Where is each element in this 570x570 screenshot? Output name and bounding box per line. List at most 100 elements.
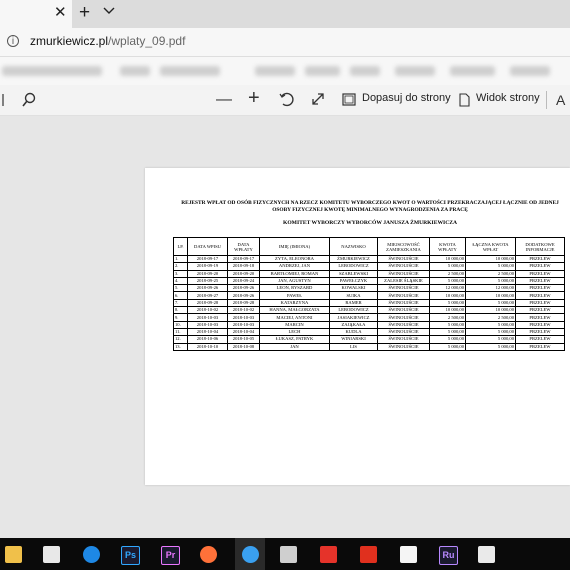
table-row: 8. 2018-10-02 2018-10-02 HANNA, MAŁGORZATA L…	[173, 306, 565, 315]
favorite-item-blurred[interactable]	[510, 66, 550, 76]
taskbar: Ps Pr Ru	[0, 538, 570, 570]
pdf-viewer[interactable]: REJESTR WPŁAT OD OSÓB FIZYCZNYCH NA RZEC…	[0, 116, 570, 538]
favorite-item-blurred[interactable]	[395, 66, 435, 76]
table-cell: 2018-09-26	[227, 284, 260, 293]
browser-tab[interactable]: ✕	[0, 0, 72, 28]
table-cell: PRZELEW	[515, 254, 565, 264]
table-cell: 12.	[173, 335, 188, 344]
document-subtitle: KOMITET WYBORCZY WYBORCÓW JANUSZA ŻMURKI…	[282, 220, 458, 226]
table-cell: ŁUKASZ, PATRYK	[259, 335, 330, 344]
table-cell: 13.	[173, 342, 188, 351]
url-field[interactable]: zmurkiewicz.pl/wplaty_09.pdf	[30, 34, 185, 48]
info-icon[interactable]: i	[7, 35, 19, 47]
table-cell: ŚWINOUJŚCIE	[377, 269, 430, 278]
favorite-item-blurred[interactable]	[120, 66, 150, 76]
creative-cloud-taskbar-icon[interactable]	[320, 546, 337, 563]
pdf-page: REJESTR WPŁAT OD OSÓB FIZYCZNYCH NA RZEC…	[145, 168, 570, 485]
table-row: 11. 2018-10-04 2018-10-04 LECH KUDLA ŚWINOUJŚ…	[173, 327, 565, 337]
zoom-out-icon[interactable]: —	[216, 91, 232, 109]
table-cell: ŚWINOUJŚCIE	[377, 320, 430, 329]
table-cell: ŚWINOUJŚCIE	[377, 327, 430, 337]
table-row: 12. 2018-10-06 2018-10-05 ŁUKASZ, PATRYK WIN…	[173, 335, 565, 344]
table-cell: PRZELEW	[515, 276, 565, 286]
document-title: REJESTR WPŁAT OD OSÓB FIZYCZNYCH NA RZEC…	[181, 200, 559, 213]
premiere-taskbar-icon[interactable]: Pr	[161, 546, 180, 565]
mail-taskbar-icon[interactable]	[43, 546, 60, 563]
firefox-taskbar-icon[interactable]	[200, 546, 217, 563]
eye-app-taskbar-icon[interactable]	[280, 546, 297, 563]
text-cursor-icon[interactable]	[0, 93, 6, 107]
zoom-in-icon[interactable]: +	[248, 88, 260, 108]
table-cell: 2018-10-02	[187, 306, 228, 315]
new-tab-icon[interactable]: +	[79, 3, 90, 23]
table-cell: 2018-10-03	[187, 320, 228, 329]
table-cell: 5 000,00	[429, 335, 466, 344]
toolbar-divider	[546, 91, 547, 109]
table-row: 10. 2018-10-03 2018-10-03 MARCIN ZAJĄKAŁA ŚWI…	[173, 320, 565, 329]
table-cell: 2018-10-04	[187, 327, 228, 337]
table-cell: 5 000,00	[429, 276, 466, 286]
photos-taskbar-icon[interactable]	[478, 546, 495, 563]
table-body: 1. 2018-09-17 2018-09-17 ZYTA, ELEONORA ŻMUR…	[173, 254, 565, 351]
column-header: DODATKOWE INFORMACJE	[515, 237, 565, 256]
table-cell: 5.	[173, 284, 188, 293]
table-cell: ZAJĄKAŁA	[329, 320, 378, 329]
table-cell: 5 000,00	[465, 342, 516, 351]
payments-table: LP. DATA WPISU DATA WPŁATY IMIĘ (IMIONA) NAZ…	[173, 237, 565, 351]
column-header: NAZWISKO	[329, 237, 378, 256]
favorite-item-blurred[interactable]	[305, 66, 340, 76]
table-cell: 2 500,00	[429, 313, 466, 322]
read-aloud-icon[interactable]: A	[556, 91, 565, 109]
table-cell: PRZELEW	[515, 306, 565, 315]
acrobat-taskbar-icon[interactable]	[360, 546, 377, 563]
table-cell: 5 000,00	[465, 320, 516, 329]
table-cell: MACIEJ, ANTONI	[259, 313, 330, 322]
rush-taskbar-icon[interactable]: Ru	[439, 546, 458, 565]
close-tab-icon[interactable]: ✕	[54, 5, 67, 21]
table-cell: 2018-09-26	[227, 291, 260, 300]
favorite-item-blurred[interactable]	[2, 66, 102, 76]
page-view-icon	[459, 93, 470, 107]
table-cell: 2018-09-27	[187, 291, 228, 300]
chevron-down-icon[interactable]	[103, 5, 115, 17]
table-cell: 2018-10-05	[227, 335, 260, 344]
table-cell: PRZELEW	[515, 335, 565, 344]
favorite-item-blurred[interactable]	[160, 66, 220, 76]
column-header: ŁĄCZNA KWOTA WPŁAT	[465, 237, 516, 256]
table-cell: PAWEŁCZYK	[329, 276, 378, 286]
table-cell: JAN, AGUSTYN	[259, 276, 330, 286]
table-cell: ŚWINOUJŚCIE	[377, 306, 430, 315]
table-cell: 2018-09-18	[227, 262, 260, 271]
table-cell: KOWALSKI	[329, 284, 378, 293]
table-cell: PRZELEW	[515, 327, 565, 337]
favorite-item-blurred[interactable]	[450, 66, 495, 76]
favorite-item-blurred[interactable]	[350, 66, 380, 76]
table-row: 6. 2018-09-27 2018-09-26 PAWEŁ SUIKA ŚWINOUJŚ…	[173, 291, 565, 300]
page-view-button[interactable]: Widok strony	[476, 92, 540, 104]
fit-page-button[interactable]: Dopasuj do strony	[362, 92, 451, 104]
edge-beta-taskbar-icon[interactable]	[83, 546, 100, 563]
edge-taskbar-icon[interactable]	[242, 546, 259, 563]
fullscreen-icon[interactable]	[311, 92, 325, 106]
table-cell: 5 000,00	[465, 327, 516, 337]
table-cell: 2018-09-20	[227, 269, 260, 278]
photoshop-taskbar-icon[interactable]: Ps	[121, 546, 140, 565]
search-icon[interactable]	[22, 92, 36, 107]
table-cell: HANNA, MAŁGORZATA	[259, 306, 330, 315]
document-taskbar-icon[interactable]	[400, 546, 417, 563]
pdf-toolbar: — + Dopasuj do strony Widok strony A	[0, 85, 570, 116]
column-header: LP.	[173, 237, 188, 256]
table-cell: 9.	[173, 313, 188, 322]
table-cell: 10 000,00	[465, 306, 516, 315]
favorite-item-blurred[interactable]	[255, 66, 295, 76]
table-cell: WINIARSKI	[329, 335, 378, 344]
rotate-icon[interactable]	[279, 92, 294, 107]
table-cell: 2018-10-03	[187, 313, 228, 322]
table-cell: 5 000,00	[465, 298, 516, 308]
table-cell: 5 000,00	[465, 335, 516, 344]
file-explorer-taskbar-icon[interactable]	[5, 546, 22, 563]
table-cell: 2018-09-19	[187, 262, 228, 271]
favorites-bar	[0, 57, 570, 85]
table-cell: JASIAKIEWICZ	[329, 313, 378, 322]
table-cell: PRZELEW	[515, 298, 565, 308]
